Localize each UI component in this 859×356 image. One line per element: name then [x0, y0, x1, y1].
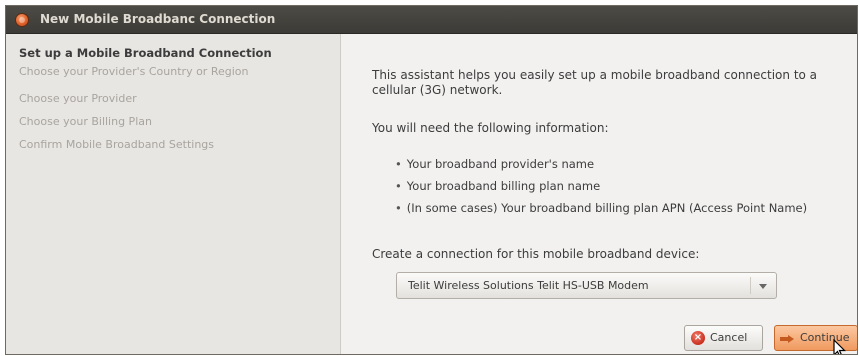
- sidebar-step-confirm: Confirm Mobile Broadband Settings: [19, 138, 215, 151]
- device-label: Create a connection for this mobile broa…: [372, 247, 700, 261]
- assistant-window: New Mobile Broadbanc Connection Set up a…: [5, 5, 858, 355]
- mouse-cursor-icon: [833, 339, 846, 354]
- window-title: New Mobile Broadbanc Connection: [40, 12, 276, 26]
- title-bar[interactable]: New Mobile Broadbanc Connection: [6, 6, 857, 34]
- dropdown-separator: [750, 277, 751, 294]
- device-dropdown-value: Telit Wireless Solutions Telit HS-USB Mo…: [408, 279, 649, 292]
- list-item: (In some cases) Your broadband billing p…: [395, 197, 807, 219]
- requirements-list: Your broadband provider's name Your broa…: [395, 153, 807, 219]
- sidebar-step-setup: Set up a Mobile Broadband Connection: [19, 46, 272, 60]
- cancel-button[interactable]: × Cancel: [684, 325, 763, 351]
- forward-arrow-icon: [780, 335, 794, 343]
- sidebar-step-country: Choose your Provider's Country or Region: [19, 65, 249, 78]
- main-content: This assistant helps you easily set up a…: [341, 34, 857, 354]
- need-info-heading: You will need the following information:: [372, 121, 609, 135]
- sidebar-step-billing-plan: Choose your Billing Plan: [19, 115, 152, 128]
- list-item: Your broadband provider's name: [395, 153, 807, 175]
- device-dropdown[interactable]: Telit Wireless Solutions Telit HS-USB Mo…: [396, 272, 777, 299]
- cancel-icon: ×: [691, 331, 705, 345]
- steps-sidebar: Set up a Mobile Broadband Connection Cho…: [6, 34, 341, 354]
- intro-text: This assistant helps you easily set up a…: [372, 68, 818, 97]
- cancel-button-label: Cancel: [710, 331, 748, 344]
- list-item: Your broadband billing plan name: [395, 175, 807, 197]
- sidebar-step-provider: Choose your Provider: [19, 92, 137, 105]
- close-icon[interactable]: [16, 14, 28, 26]
- chevron-down-icon[interactable]: [759, 284, 767, 289]
